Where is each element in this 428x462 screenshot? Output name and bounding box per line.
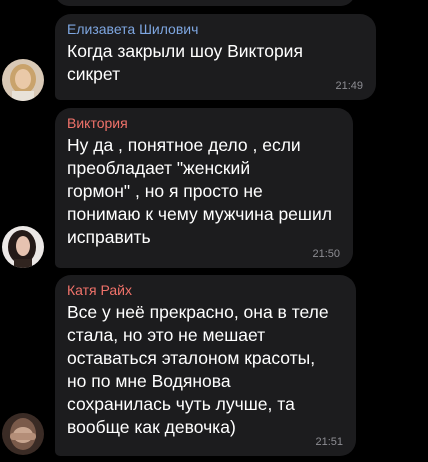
previous-message-bubble[interactable] [55,0,355,6]
message-bubble[interactable]: Катя Райх Все у неё прекрасно, она в тел… [55,275,356,456]
sender-avatar[interactable] [2,59,44,101]
message-bubble[interactable]: Виктория Ну да , понятное дело , если пр… [55,108,353,268]
sender-name[interactable]: Виктория [67,114,341,132]
chat-history[interactable]: Елизавета Шилович Когда закрыли шоу Викт… [0,0,428,462]
avatar-photo-woman-covering-face [2,413,44,455]
message-text: Все у неё прекрасно, она в теле стала, н… [67,302,329,437]
message-time: 21:50 [312,248,340,260]
sender-name[interactable]: Елизавета Шилович [67,20,364,38]
message-bubble[interactable]: Елизавета Шилович Когда закрыли шоу Викт… [55,14,376,100]
message-text: Когда закрыли шоу Виктория сикрет [67,41,303,84]
sender-avatar[interactable] [2,413,44,455]
avatar-photo-dark-haired-woman [2,226,44,268]
message-text: Ну да , понятное дело , если преобладает… [67,135,332,247]
sender-name[interactable]: Катя Райх [67,281,344,299]
message-time: 21:49 [335,80,363,92]
message-time: 21:51 [315,436,343,448]
sender-avatar[interactable] [2,226,44,268]
avatar-photo-blonde-woman [2,59,44,101]
